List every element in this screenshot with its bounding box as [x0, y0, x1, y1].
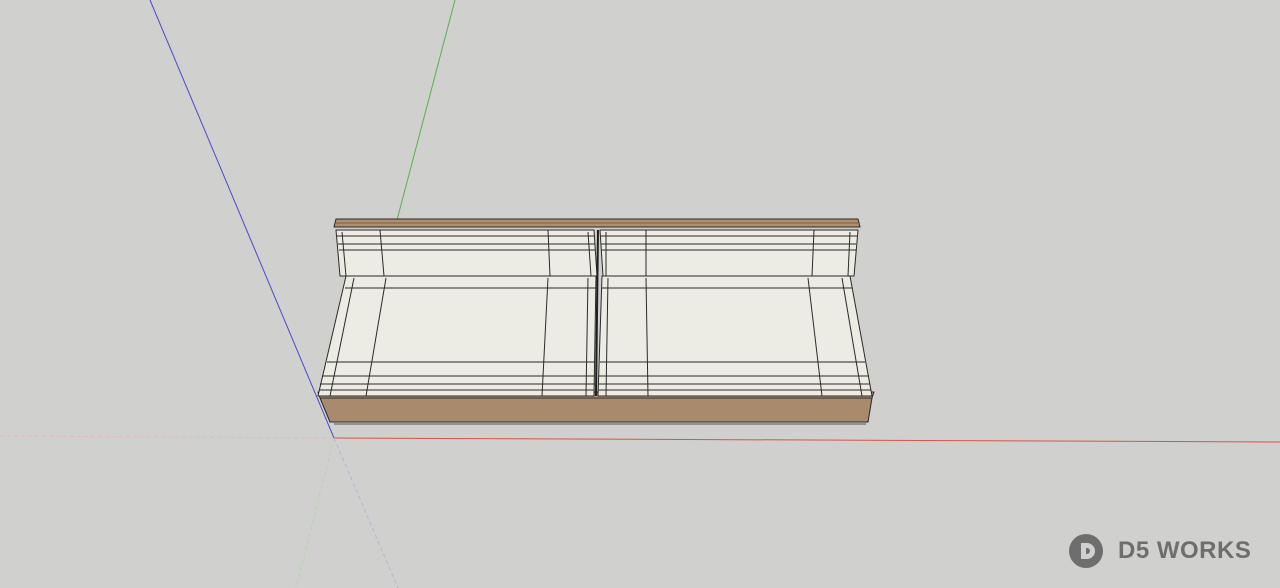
back-cushion-right-face — [599, 229, 859, 277]
red-axis — [333, 437, 1280, 443]
seat-cushion-left — [317, 275, 597, 397]
blue-axis-negative — [333, 437, 399, 588]
green-axis — [396, 0, 456, 221]
d5-logo-icon — [1069, 534, 1103, 568]
seat-cushion-left-face — [317, 275, 597, 397]
back-cushion-left-face — [335, 229, 598, 277]
watermark-text: D5 WORKS — [1118, 537, 1252, 564]
seat-cushion-right — [597, 275, 873, 397]
sofa-base — [317, 391, 875, 425]
seat-cushion-right-face — [597, 275, 873, 397]
red-axis-negative — [0, 435, 335, 439]
center-seam — [595, 229, 599, 397]
blue-axis — [149, 0, 335, 439]
watermark: D5 WORKS — [1068, 532, 1251, 570]
back-cushion-left — [335, 229, 598, 277]
green-axis-negative — [295, 437, 335, 588]
3d-viewport[interactable]: D5 WORKS — [0, 0, 1280, 588]
base-front-face — [319, 397, 873, 423]
scene-canvas[interactable] — [0, 0, 1280, 588]
sofa-model[interactable] — [317, 218, 875, 425]
back-cushion-right — [599, 229, 859, 277]
backrest-rail — [333, 218, 861, 228]
